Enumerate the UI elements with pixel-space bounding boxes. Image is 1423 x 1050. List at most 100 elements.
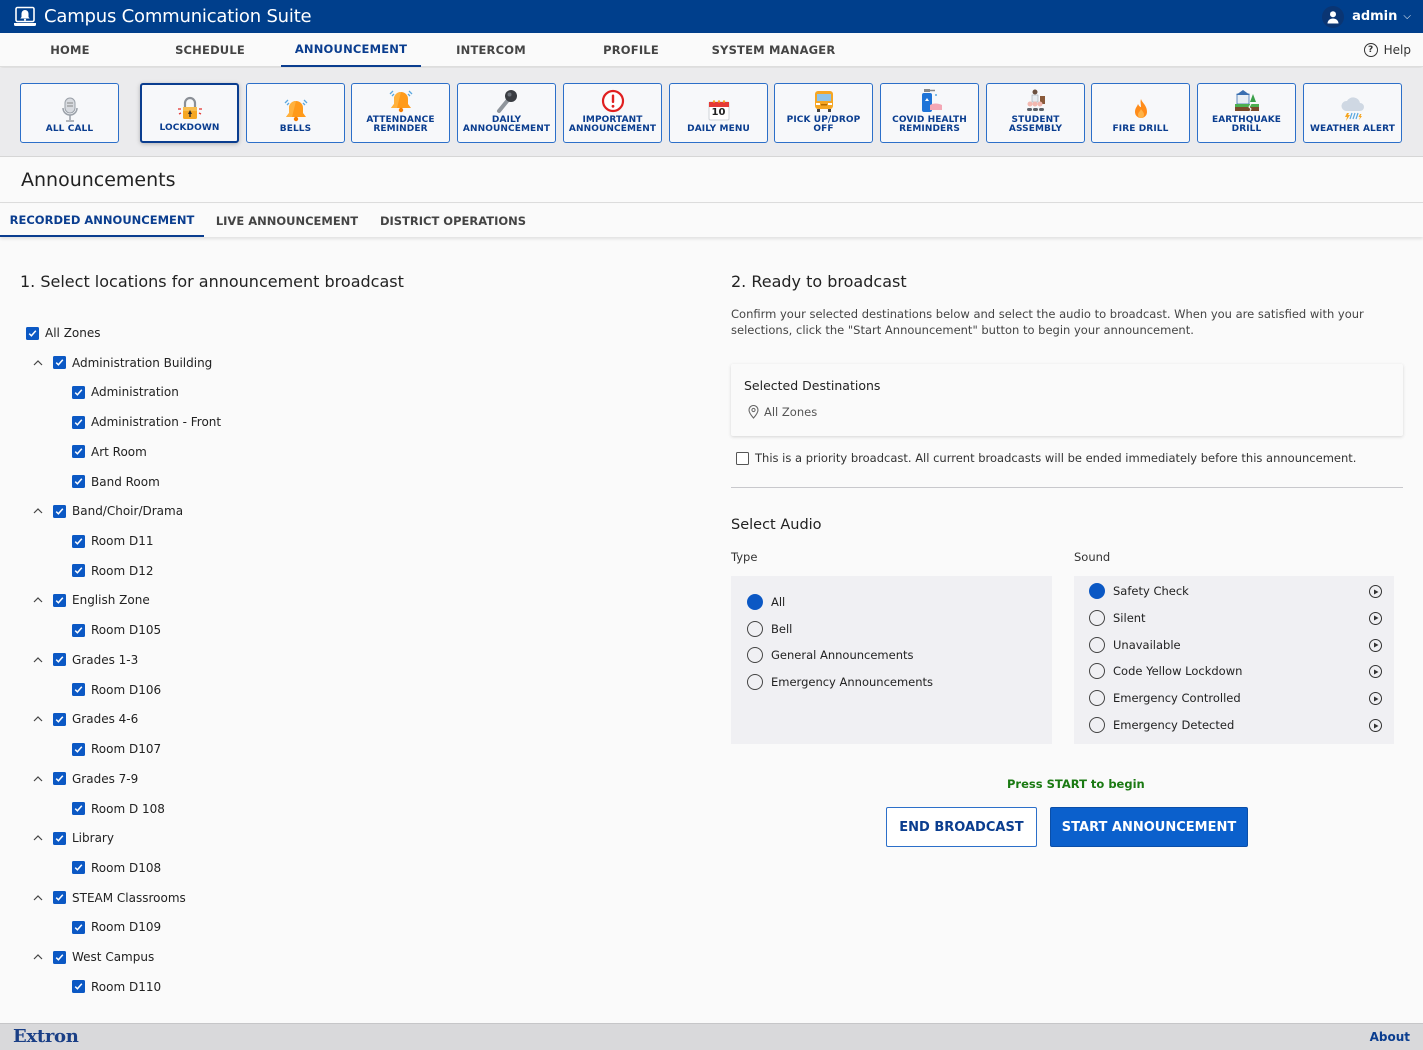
tree-item: Administration - Front [72, 412, 221, 432]
radio-button[interactable] [1089, 690, 1105, 707]
end-broadcast-button[interactable]: END BROADCAST [886, 807, 1037, 847]
nav-home[interactable]: HOME [0, 33, 140, 67]
radio-button[interactable] [1089, 663, 1105, 680]
radio-button[interactable] [1089, 583, 1105, 599]
play-preview-icon[interactable] [1369, 719, 1382, 732]
tab-district-operations[interactable]: DISTRICT OPERATIONS [370, 204, 536, 237]
quick-button-fire-drill[interactable]: FIRE DRILL [1091, 83, 1190, 143]
quick-button-all-call[interactable]: ALL CALL [20, 83, 119, 143]
quick-button-daily-menu[interactable]: 10 DAILY MENU [669, 83, 768, 143]
group-checkbox[interactable] [53, 831, 66, 845]
sound-option[interactable]: Emergency Controlled [1089, 688, 1241, 708]
group-checkbox[interactable] [53, 772, 66, 786]
checkbox-all-zones[interactable] [26, 326, 39, 340]
play-preview-icon[interactable] [1369, 692, 1382, 706]
room-checkbox[interactable] [72, 802, 85, 816]
quick-button-label: DAILY MENU [687, 124, 750, 134]
room-checkbox[interactable] [72, 683, 85, 697]
chevron-up-icon[interactable] [32, 654, 44, 666]
start-announcement-button[interactable]: START ANNOUNCEMENT [1050, 807, 1248, 847]
sound-option[interactable]: Safety Check [1089, 581, 1189, 601]
type-option[interactable]: General Announcements [747, 645, 914, 665]
priority-checkbox[interactable] [736, 451, 749, 465]
nav-intercom[interactable]: INTERCOM [421, 33, 561, 67]
chevron-up-icon[interactable] [32, 832, 44, 844]
chevron-up-icon[interactable] [32, 773, 44, 785]
quick-button-earthquake-drill[interactable]: EARTHQUAKE DRILL [1197, 83, 1296, 143]
room-checkbox[interactable] [72, 861, 85, 875]
room-checkbox[interactable] [72, 385, 85, 399]
quick-button-weather-alert[interactable]: WEATHER ALERT [1303, 83, 1402, 143]
nav-announcement[interactable]: ANNOUNCEMENT [281, 33, 421, 67]
nav-profile[interactable]: PROFILE [561, 33, 701, 67]
select-audio-title: Select Audio [731, 517, 822, 533]
radio-button[interactable] [747, 673, 763, 690]
chevron-up-icon[interactable] [32, 951, 44, 963]
chevron-up-icon[interactable] [32, 713, 44, 725]
group-checkbox[interactable] [53, 712, 66, 726]
sound-option-label: Emergency Detected [1113, 718, 1235, 732]
room-checkbox[interactable] [72, 564, 85, 578]
room-checkbox[interactable] [72, 623, 85, 637]
broadcast-title: 2. Ready to broadcast [731, 272, 907, 291]
type-option[interactable]: All [747, 592, 785, 612]
group-checkbox[interactable] [53, 653, 66, 667]
sound-option[interactable]: Silent [1089, 608, 1146, 628]
group-checkbox[interactable] [53, 593, 66, 607]
quick-button-student-assembly[interactable]: STUDENT ASSEMBLY [986, 83, 1085, 143]
quick-button-pick-up-drop-off[interactable]: PICK UP/DROP OFF [774, 83, 873, 143]
play-preview-icon[interactable] [1369, 611, 1382, 625]
chevron-up-icon[interactable] [32, 357, 44, 369]
sound-option-label: Emergency Controlled [1113, 691, 1241, 706]
type-option[interactable]: Emergency Announcements [747, 672, 933, 692]
sound-option[interactable]: Code Yellow Lockdown [1089, 661, 1242, 681]
radio-button[interactable] [1089, 609, 1105, 626]
play-preview-icon[interactable] [1369, 585, 1382, 598]
group-checkbox[interactable] [53, 950, 66, 964]
sound-option[interactable]: Emergency Detected [1089, 715, 1234, 735]
room-checkbox[interactable] [72, 742, 85, 756]
chevron-up-icon[interactable] [32, 892, 44, 904]
quick-button-bells[interactable]: BELLS [246, 83, 345, 143]
about-link[interactable]: About [1370, 1030, 1410, 1044]
room-checkbox[interactable] [72, 534, 85, 548]
room-checkbox[interactable] [72, 920, 85, 934]
room-checkbox[interactable] [72, 980, 85, 994]
chevron-up-icon[interactable] [32, 505, 44, 517]
radio-button[interactable] [747, 594, 763, 610]
tree-label: Room D107 [91, 742, 162, 757]
nav-schedule[interactable]: SCHEDULE [140, 33, 280, 67]
room-checkbox[interactable] [72, 415, 85, 429]
radio-button[interactable] [747, 620, 763, 637]
user-menu[interactable]: admin ⌵ [1322, 0, 1411, 33]
quick-button-covid-health-reminders[interactable]: COVID HEALTH REMINDERS [880, 83, 979, 143]
label-line-2: ANNOUNCEMENT [462, 124, 551, 134]
selected-destinations-title: Selected Destinations [744, 378, 881, 393]
group-checkbox[interactable] [53, 891, 66, 905]
play-preview-icon[interactable] [1369, 638, 1382, 652]
tree-label: Room D106 [91, 682, 162, 697]
priority-broadcast-option[interactable]: This is a priority broadcast. All curren… [736, 451, 1356, 465]
group-checkbox[interactable] [53, 504, 66, 518]
radio-button[interactable] [1089, 636, 1105, 653]
quick-button-important-announcement[interactable]: IMPORTANT ANNOUNCEMENT [563, 83, 662, 143]
chevron-up-icon[interactable] [32, 594, 44, 606]
room-checkbox[interactable] [72, 475, 85, 489]
group-checkbox[interactable] [53, 356, 66, 370]
tree-item: Band Room [72, 472, 160, 492]
tab-live-announcement[interactable]: LIVE ANNOUNCEMENT [204, 204, 370, 237]
quick-button-lockdown[interactable]: LOCKDOWN [140, 83, 239, 143]
tree-label: English Zone [72, 593, 150, 608]
location-pin-icon [748, 405, 759, 419]
type-option[interactable]: Bell [747, 619, 792, 639]
quick-button-attendance-reminder[interactable]: ATTENDANCE REMINDER [351, 83, 450, 143]
sound-option[interactable]: Unavailable [1089, 635, 1181, 655]
quick-button-daily-announcement[interactable]: DAILY ANNOUNCEMENT [457, 83, 556, 143]
nav-system-manager[interactable]: SYSTEM MANAGER [701, 33, 846, 67]
room-checkbox[interactable] [72, 445, 85, 459]
help-link[interactable]: ? Help [1363, 33, 1411, 67]
radio-button[interactable] [1089, 717, 1105, 733]
radio-button[interactable] [747, 647, 763, 663]
play-preview-icon[interactable] [1369, 665, 1382, 679]
tab-recorded-announcement[interactable]: RECORDED ANNOUNCEMENT [0, 204, 204, 237]
